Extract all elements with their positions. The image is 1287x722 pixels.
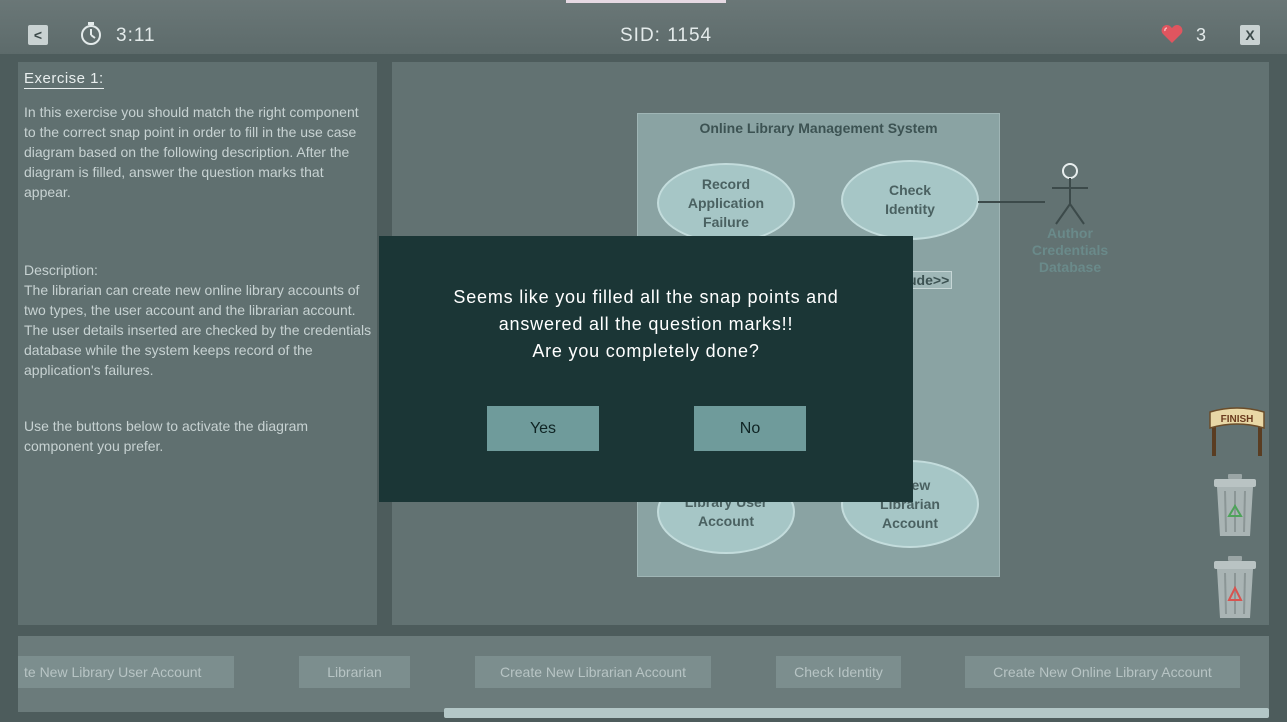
trash-bin-icon[interactable] (1210, 556, 1260, 618)
confirm-dialog: Seems like you filled all the snap point… (379, 236, 913, 502)
component-button-library-user-account[interactable]: te New Library User Account (18, 656, 234, 688)
exercise-hint: Use the buttons below to activate the di… (24, 418, 309, 454)
exercise-title: Exercise 1: (24, 70, 104, 89)
finish-button[interactable]: FINISH (1206, 402, 1268, 456)
close-button[interactable]: X (1240, 25, 1260, 45)
exercise-description: The librarian can create new online libr… (24, 282, 372, 378)
timer-text: 3:11 (116, 25, 156, 46)
recycle-bin-icon[interactable] (1210, 474, 1260, 536)
usecase-record-failure[interactable]: Record Application Failure (657, 163, 795, 243)
stopwatch-icon (81, 22, 101, 45)
component-button-check-identity[interactable]: Check Identity (776, 656, 901, 688)
no-button[interactable]: No (694, 406, 806, 451)
dialog-message: Seems like you filled all the snap point… (453, 287, 839, 361)
actor-label: Author Credentials Database (1031, 225, 1109, 275)
yes-button[interactable]: Yes (487, 406, 599, 451)
back-button[interactable]: < (28, 25, 48, 45)
instructions-panel: Exercise 1: In this exercise you should … (18, 62, 377, 625)
actor-icon[interactable] (1048, 160, 1094, 230)
lives-count: 3 (1196, 25, 1207, 45)
horizontal-scrollbar[interactable] (444, 708, 1269, 718)
association-line (978, 201, 1045, 203)
exercise-instructions: In this exercise you should match the ri… (24, 104, 359, 200)
component-button-librarian[interactable]: Librarian (299, 656, 410, 688)
heart-icon (1161, 25, 1183, 43)
system-title: Online Library Management System (699, 120, 938, 136)
session-id: SID: 1154 (620, 25, 713, 46)
component-button-librarian-account[interactable]: Create New Librarian Account (475, 656, 711, 688)
component-button-online-library-account[interactable]: Create New Online Library Account (965, 656, 1240, 688)
finish-label: FINISH (1221, 414, 1254, 425)
usecase-check-identity[interactable]: Check Identity (841, 160, 979, 240)
top-accent (566, 0, 726, 3)
description-heading: Description: (24, 262, 98, 278)
